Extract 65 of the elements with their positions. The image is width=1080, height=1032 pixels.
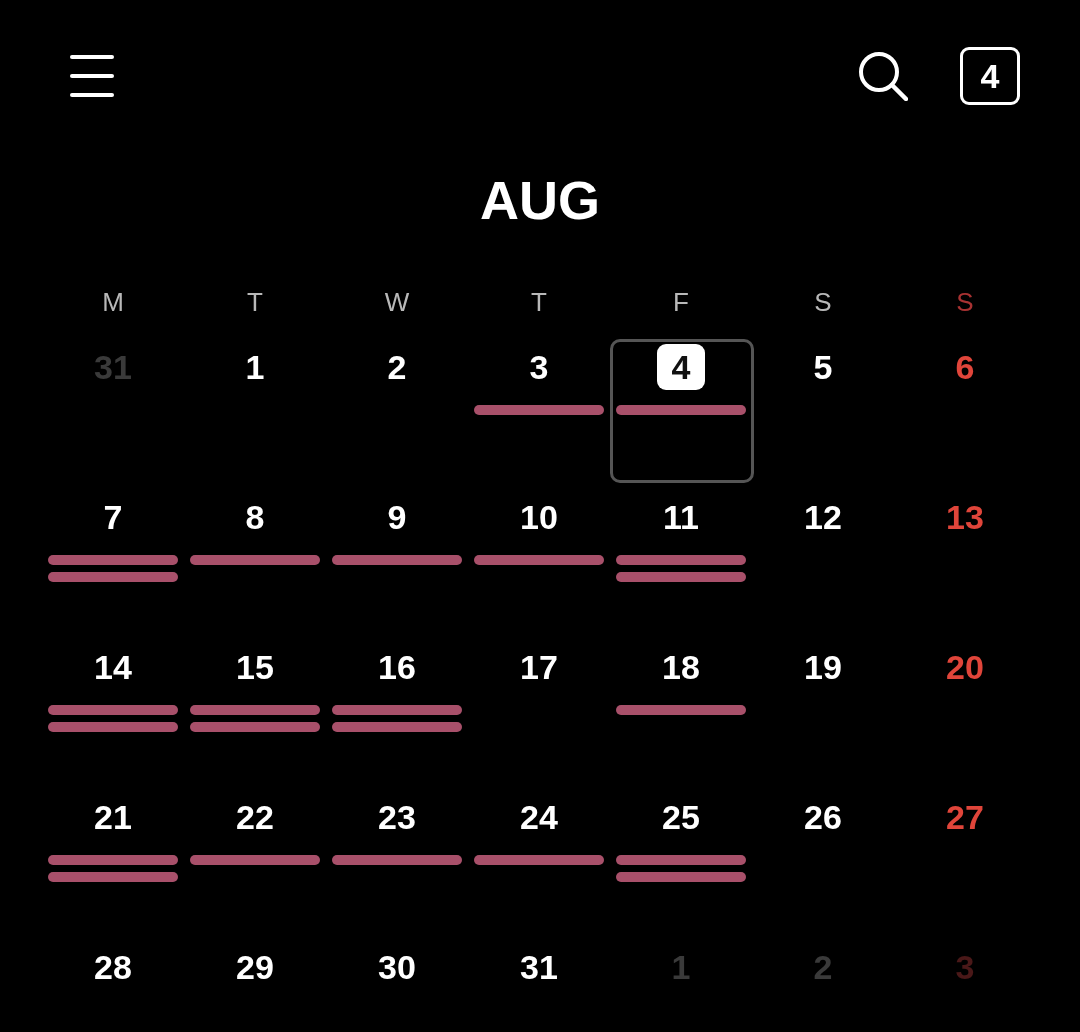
day-number[interactable]: 1 [231, 344, 279, 390]
day-number[interactable]: 30 [372, 944, 422, 990]
day-number[interactable]: 11 [657, 494, 705, 540]
day-number[interactable]: 8 [231, 494, 279, 540]
day-number[interactable]: 23 [372, 794, 422, 840]
today-button[interactable]: 4 [960, 47, 1020, 105]
weekday-label: W [383, 287, 411, 317]
event-bar[interactable] [190, 705, 320, 715]
event-bar[interactable] [616, 405, 746, 415]
event-bar[interactable] [616, 855, 746, 865]
day-number[interactable]: 24 [514, 794, 564, 840]
day-number[interactable]: 28 [88, 944, 138, 990]
day-number[interactable]: 3 [515, 344, 563, 390]
today-date[interactable]: 4 [657, 344, 705, 390]
day-number[interactable]: 14 [88, 644, 138, 690]
event-bar[interactable] [48, 555, 178, 565]
event-bar[interactable] [474, 405, 604, 415]
day-number[interactable]: 9 [373, 494, 421, 540]
weekday-label: T [530, 287, 548, 317]
day-number[interactable]: 2 [373, 344, 421, 390]
event-bar[interactable] [616, 555, 746, 565]
event-bar[interactable] [332, 722, 462, 732]
day-number[interactable]: 25 [656, 794, 706, 840]
event-bar[interactable] [616, 572, 746, 582]
day-number[interactable]: 7 [89, 494, 137, 540]
day-number[interactable]: 18 [656, 644, 706, 690]
day-number[interactable]: 31 [514, 944, 564, 990]
event-bar[interactable] [474, 555, 604, 565]
weekday-label: S [813, 287, 833, 317]
event-bar[interactable] [190, 855, 320, 865]
search-icon[interactable] [858, 51, 908, 101]
weekday-label: M [101, 287, 125, 317]
event-bar[interactable] [190, 555, 320, 565]
day-number[interactable]: 20 [940, 644, 990, 690]
day-number[interactable]: 19 [798, 644, 848, 690]
month-title: AUG [479, 170, 601, 230]
event-bar[interactable] [48, 855, 178, 865]
event-bar[interactable] [190, 722, 320, 732]
weekday-label: S [955, 287, 975, 317]
day-number[interactable]: 13 [940, 494, 990, 540]
event-bar[interactable] [616, 705, 746, 715]
day-number[interactable]: 16 [372, 644, 422, 690]
day-number[interactable]: 5 [799, 344, 847, 390]
event-bar[interactable] [48, 872, 178, 882]
event-bar[interactable] [48, 722, 178, 732]
event-bar[interactable] [332, 855, 462, 865]
day-number[interactable]: 26 [798, 794, 848, 840]
day-number[interactable]: 17 [514, 644, 564, 690]
day-number[interactable]: 6 [941, 344, 989, 390]
day-number[interactable]: 15 [230, 644, 280, 690]
event-bar[interactable] [332, 555, 462, 565]
day-number[interactable]: 21 [88, 794, 138, 840]
weekday-label: T [246, 287, 264, 317]
event-bar[interactable] [48, 705, 178, 715]
day-number[interactable]: 29 [230, 944, 280, 990]
event-bar[interactable] [332, 705, 462, 715]
day-number[interactable]: 12 [798, 494, 848, 540]
day-number[interactable]: 22 [230, 794, 280, 840]
weekday-label: F [672, 287, 690, 317]
event-bar[interactable] [616, 872, 746, 882]
day-number[interactable]: 27 [940, 794, 990, 840]
menu-icon[interactable] [70, 55, 114, 97]
event-bar[interactable] [48, 572, 178, 582]
day-number[interactable]: 10 [514, 494, 564, 540]
event-bar[interactable] [474, 855, 604, 865]
